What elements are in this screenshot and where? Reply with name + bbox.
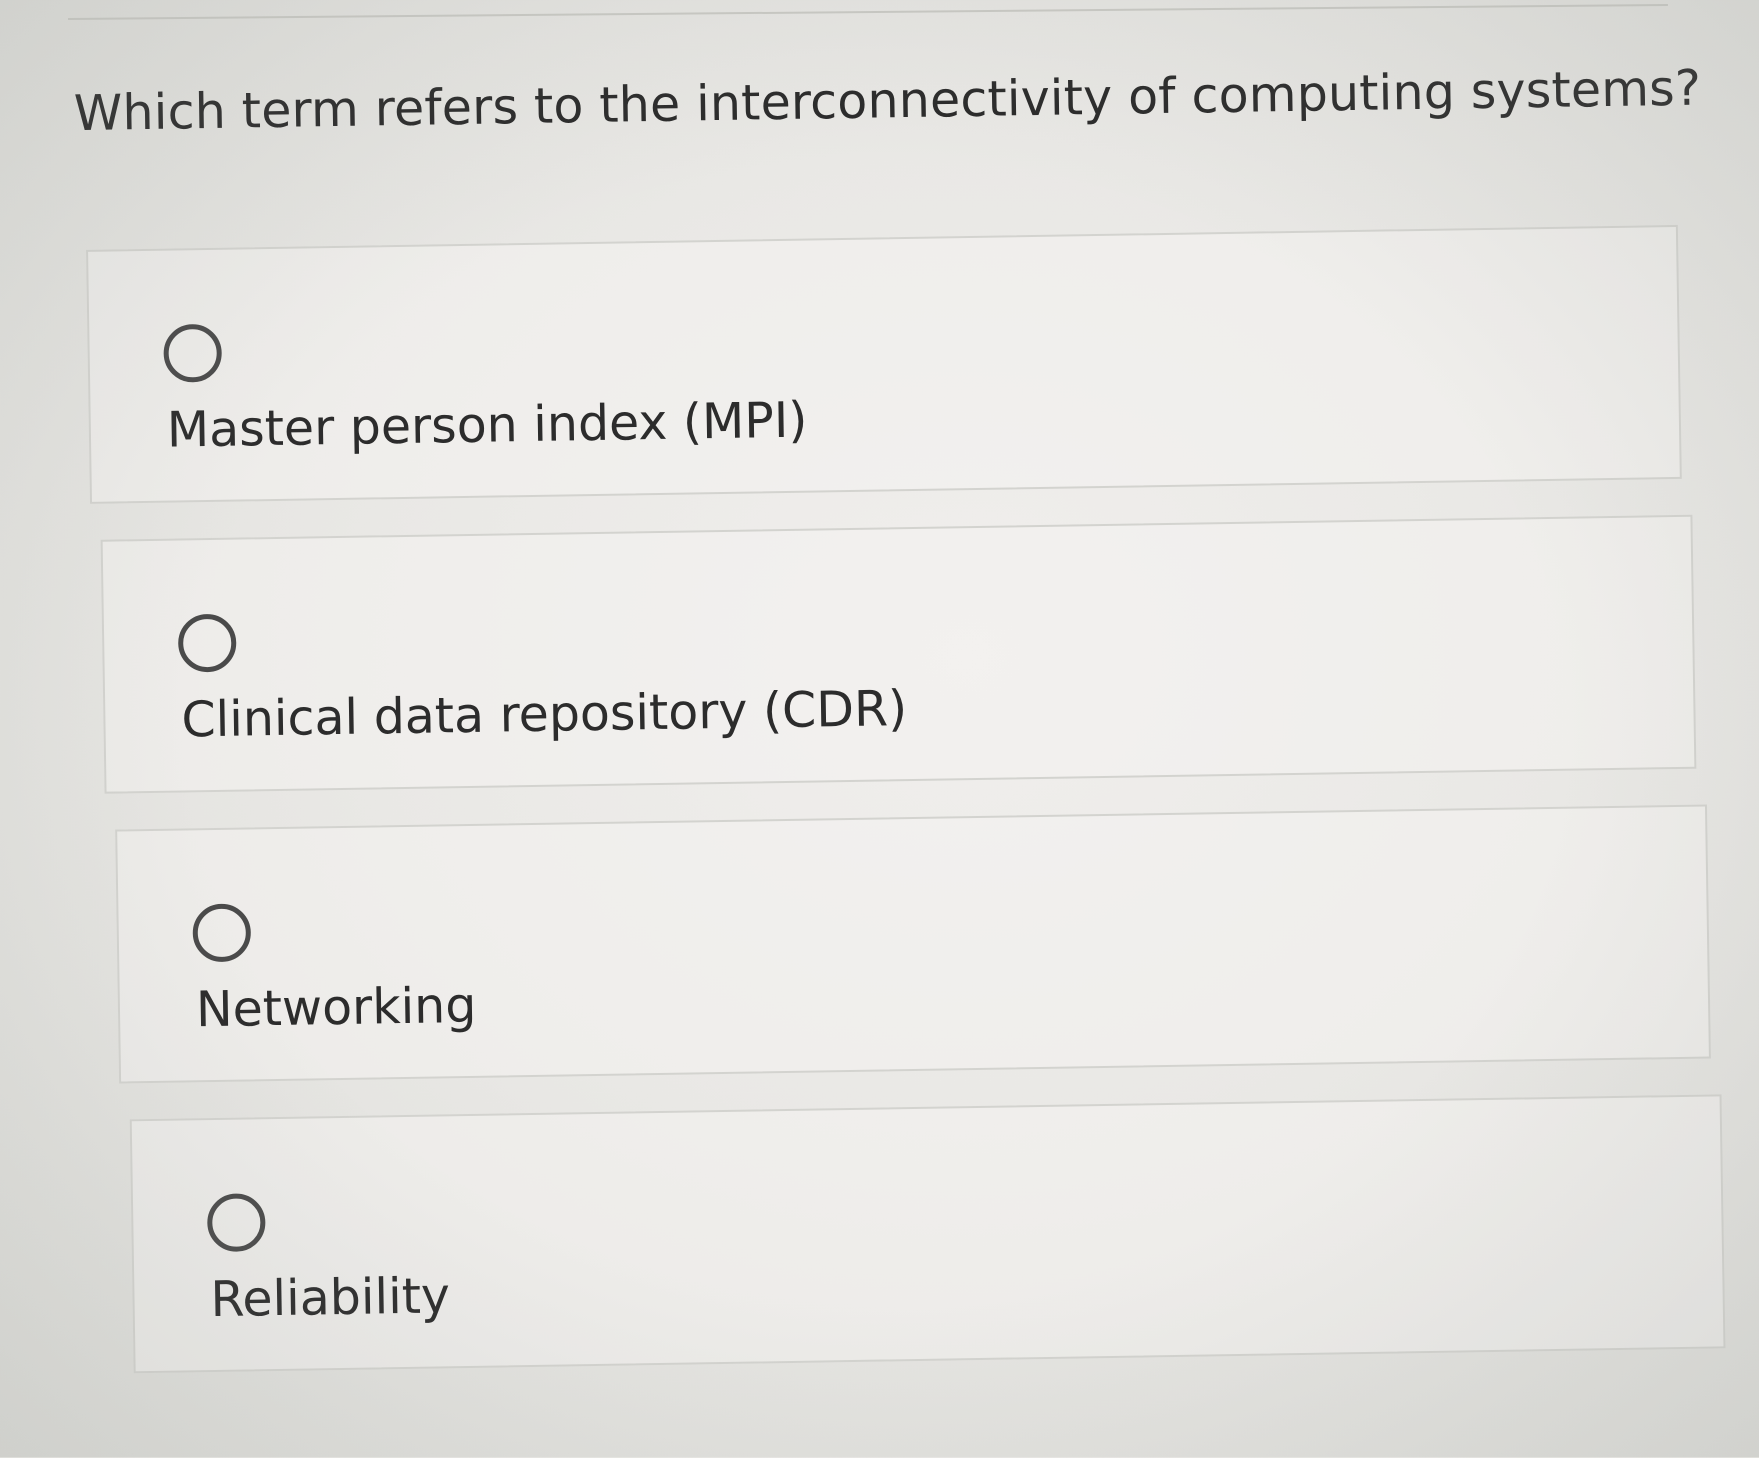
radio-unchecked-icon[interactable]	[192, 903, 252, 963]
answer-option-label: Master person index (MPI)	[166, 391, 808, 459]
answer-option-mpi[interactable]: Master person index (MPI)	[86, 224, 1682, 504]
answer-options: Master person index (MPI) Clinical data …	[86, 224, 1726, 1410]
answer-option-label: Networking	[195, 976, 477, 1039]
answer-option-label: Clinical data repository (CDR)	[180, 680, 908, 749]
answer-option-reliability[interactable]: Reliability	[129, 1094, 1726, 1374]
answer-option-label: Reliability	[210, 1267, 451, 1329]
radio-unchecked-icon[interactable]	[163, 323, 223, 383]
radio-unchecked-icon[interactable]	[177, 613, 237, 673]
answer-option-cdr[interactable]: Clinical data repository (CDR)	[100, 514, 1697, 794]
quiz-question-panel: Which term refers to the interconnectivi…	[0, 0, 1759, 1458]
answer-option-networking[interactable]: Networking	[115, 804, 1711, 1084]
radio-unchecked-icon[interactable]	[206, 1193, 266, 1253]
question-text: Which term refers to the interconnectivi…	[73, 59, 1702, 143]
